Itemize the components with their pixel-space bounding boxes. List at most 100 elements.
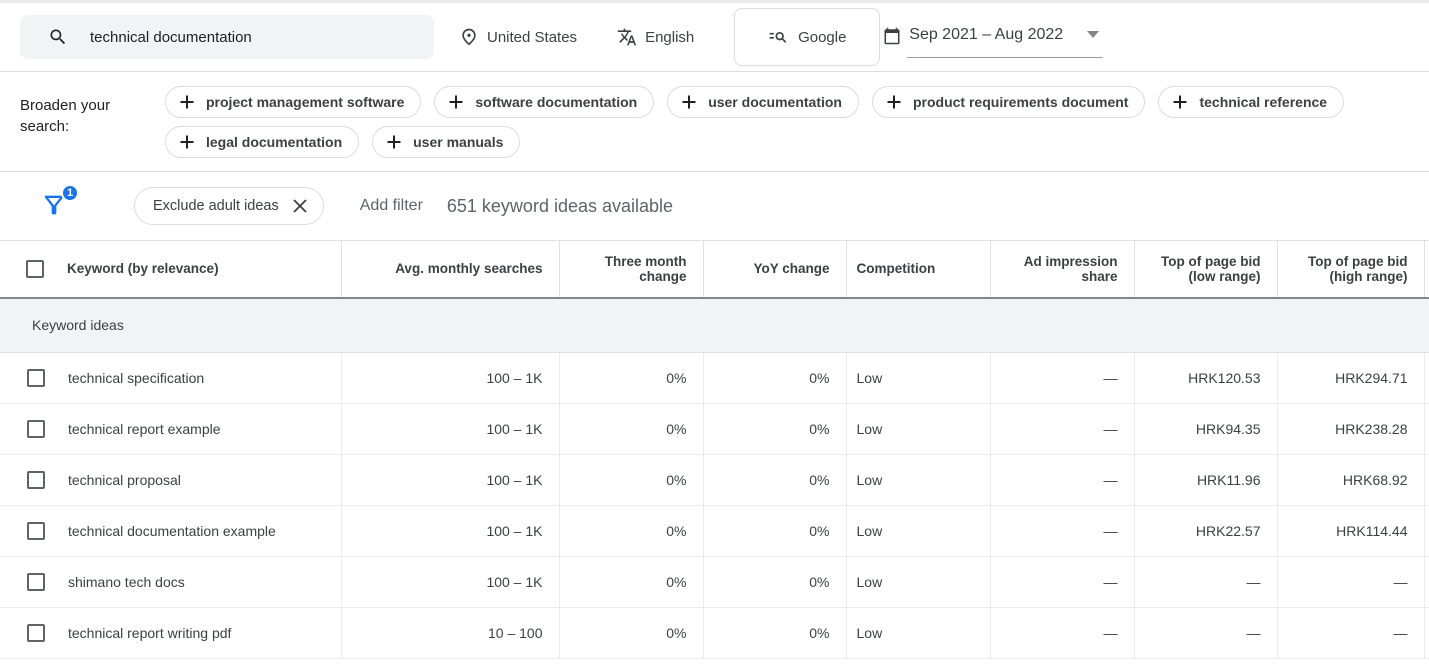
row-spacer: [1424, 608, 1429, 659]
broaden-search-label: Broaden your search:: [20, 86, 132, 158]
broaden-chip[interactable]: user documentation: [667, 86, 859, 118]
translate-icon: [617, 27, 637, 47]
top-of-page-bid-high-value: —: [1277, 608, 1424, 659]
keyword-label: technical report writing pdf: [68, 625, 231, 641]
avg-monthly-searches-value: 100 – 1K: [341, 404, 559, 455]
chevron-down-icon: [1087, 31, 1099, 38]
column-header-top-of-page-bid-high[interactable]: Top of page bid (high range): [1277, 241, 1424, 298]
keyword-search-input[interactable]: technical documentation: [20, 15, 434, 59]
topbar: technical documentation United States En…: [0, 0, 1429, 72]
exclude-adult-ideas-chip[interactable]: Exclude adult ideas: [134, 187, 324, 225]
top-of-page-bid-low-value: HRK94.35: [1134, 404, 1277, 455]
broaden-chip[interactable]: legal documentation: [165, 126, 359, 158]
top-of-page-bid-low-value: HRK11.96: [1134, 455, 1277, 506]
keyword-table-body: Keyword ideas technical specification 10…: [0, 298, 1429, 659]
close-icon[interactable]: [293, 199, 307, 213]
network-selector[interactable]: Google: [734, 8, 880, 66]
search-icon: [48, 27, 68, 47]
row-spacer: [1424, 353, 1429, 404]
column-header-top-of-page-bid-low[interactable]: Top of page bid (low range): [1134, 241, 1277, 298]
broaden-chips: project management software software doc…: [165, 86, 1409, 158]
avg-monthly-searches-value: 10 – 100: [341, 608, 559, 659]
yoy-change-value: 0%: [703, 608, 846, 659]
broaden-chip[interactable]: user manuals: [372, 126, 520, 158]
language-selector[interactable]: English: [617, 27, 694, 47]
ad-impression-share-value: —: [990, 353, 1134, 404]
top-of-page-bid-high-value: HRK238.28: [1277, 404, 1424, 455]
select-all-checkbox[interactable]: [26, 260, 44, 278]
yoy-change-value: 0%: [703, 506, 846, 557]
competition-value: Low: [846, 557, 990, 608]
search-query-text: technical documentation: [90, 29, 252, 46]
yoy-change-value: 0%: [703, 455, 846, 506]
top-of-page-bid-low-value: —: [1134, 557, 1277, 608]
column-header-yoy-change[interactable]: YoY change: [703, 241, 846, 298]
table-row[interactable]: technical report writing pdf 10 – 100 0%…: [0, 608, 1429, 659]
broaden-chip-label: project management software: [206, 94, 404, 110]
plus-icon: [385, 133, 403, 151]
row-checkbox[interactable]: [27, 471, 45, 489]
add-filter-button[interactable]: Add filter: [360, 197, 423, 215]
broaden-chip[interactable]: project management software: [165, 86, 421, 118]
broaden-chip-label: user documentation: [708, 94, 842, 110]
row-checkbox[interactable]: [27, 369, 45, 387]
broaden-chip[interactable]: software documentation: [434, 86, 654, 118]
broaden-chip[interactable]: product requirements document: [872, 86, 1145, 118]
avg-monthly-searches-value: 100 – 1K: [341, 353, 559, 404]
top-of-page-bid-low-value: —: [1134, 608, 1277, 659]
keyword-ideas-count: 651 keyword ideas available: [447, 196, 673, 217]
search-network-icon: [768, 27, 788, 47]
date-range-label: Sep 2021 – Aug 2022: [909, 26, 1063, 44]
column-header-three-month-change[interactable]: Three month change: [559, 241, 703, 298]
table-header-row: Keyword (by relevance) Avg. monthly sear…: [0, 241, 1429, 298]
language-label: English: [645, 29, 694, 46]
keyword-label: technical proposal: [68, 472, 181, 488]
column-header-competition[interactable]: Competition: [846, 241, 990, 298]
filter-funnel-button[interactable]: 1: [40, 191, 70, 221]
top-of-page-bid-high-value: HRK68.92: [1277, 455, 1424, 506]
table-row[interactable]: shimano tech docs 100 – 1K 0% 0% Low — —…: [0, 557, 1429, 608]
top-of-page-bid-high-value: HRK114.44: [1277, 506, 1424, 557]
plus-icon: [178, 93, 196, 111]
keyword-label: technical specification: [68, 370, 204, 386]
column-header-ad-impression-share[interactable]: Ad impression share: [990, 241, 1134, 298]
filter-bar: 1 Exclude adult ideas Add filter 651 key…: [0, 172, 1429, 240]
plus-icon: [680, 93, 698, 111]
keyword-label: shimano tech docs: [68, 574, 185, 590]
table-row[interactable]: technical report example 100 – 1K 0% 0% …: [0, 404, 1429, 455]
date-range-selector[interactable]: Sep 2021 – Aug 2022: [883, 17, 1103, 58]
location-selector[interactable]: United States: [459, 27, 577, 47]
three-month-change-value: 0%: [559, 557, 703, 608]
yoy-change-value: 0%: [703, 404, 846, 455]
row-spacer: [1424, 404, 1429, 455]
competition-value: Low: [846, 455, 990, 506]
column-header-keyword[interactable]: Keyword (by relevance): [67, 261, 219, 276]
plus-icon: [1171, 93, 1189, 111]
keyword-table: Keyword (by relevance) Avg. monthly sear…: [0, 240, 1429, 659]
column-header-avg-monthly-searches[interactable]: Avg. monthly searches: [341, 241, 559, 298]
row-checkbox[interactable]: [27, 624, 45, 642]
section-row-keyword-ideas: Keyword ideas: [0, 298, 1429, 353]
table-row[interactable]: technical proposal 100 – 1K 0% 0% Low — …: [0, 455, 1429, 506]
top-of-page-bid-high-value: HRK294.71: [1277, 353, 1424, 404]
table-row[interactable]: technical specification 100 – 1K 0% 0% L…: [0, 353, 1429, 404]
keyword-label: technical documentation example: [68, 523, 276, 539]
broaden-chip[interactable]: technical reference: [1158, 86, 1344, 118]
column-header-spacer: [1424, 241, 1429, 298]
row-checkbox[interactable]: [27, 573, 45, 591]
row-checkbox[interactable]: [27, 420, 45, 438]
top-of-page-bid-high-value: —: [1277, 557, 1424, 608]
network-label: Google: [798, 29, 846, 46]
row-checkbox[interactable]: [27, 522, 45, 540]
ad-impression-share-value: —: [990, 506, 1134, 557]
yoy-change-value: 0%: [703, 557, 846, 608]
row-spacer: [1424, 506, 1429, 557]
competition-value: Low: [846, 353, 990, 404]
table-row[interactable]: technical documentation example 100 – 1K…: [0, 506, 1429, 557]
keyword-label: technical report example: [68, 421, 221, 437]
row-spacer: [1424, 557, 1429, 608]
ad-impression-share-value: —: [990, 557, 1134, 608]
top-of-page-bid-low-value: HRK22.57: [1134, 506, 1277, 557]
broaden-chip-label: software documentation: [475, 94, 637, 110]
section-label: Keyword ideas: [0, 298, 1429, 353]
